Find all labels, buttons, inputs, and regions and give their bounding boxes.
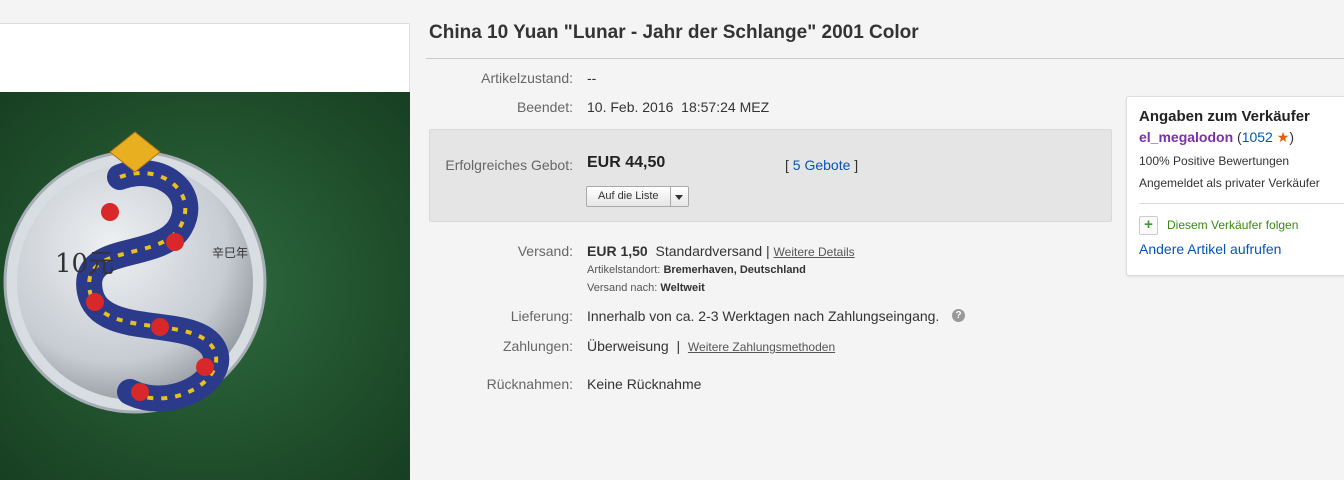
delivery-label: Lieferung: (510, 308, 573, 324)
seller-other-items-link[interactable]: Andere Artikel aufrufen (1139, 241, 1281, 257)
payment-method: Überweisung (587, 338, 669, 354)
watch-list-label[interactable]: Auf die Liste (587, 187, 671, 206)
delivery-value: Innerhalb von ca. 2-3 Werktagen nach Zah… (587, 308, 940, 324)
item-location-value: Bremerhaven, Deutschland (663, 264, 806, 276)
returns-value: Keine Rücknahme (587, 376, 702, 392)
seller-info-box: Angaben zum Verkäufer el_megalodon (1052… (1126, 96, 1344, 276)
image-gallery: 10元 辛巳年 (0, 23, 410, 480)
seller-feedback-score[interactable]: 1052 (1242, 129, 1273, 145)
shipping-label: Versand: (517, 243, 573, 259)
title-divider (426, 58, 1344, 59)
seller-divider (1139, 203, 1344, 204)
help-icon[interactable]: ? (952, 309, 965, 322)
bid-count-close: ] (854, 157, 859, 173)
item-title: China 10 Yuan "Lunar - Jahr der Schlange… (429, 22, 919, 43)
item-location-label: Artikelstandort: (587, 264, 661, 276)
chevron-down-icon (675, 195, 684, 200)
bid-history-link[interactable]: 5 Gebote (793, 157, 851, 173)
follow-seller-link[interactable]: Diesem Verkäufer folgen (1167, 218, 1298, 232)
shipping-price: EUR 1,50 (587, 243, 648, 259)
seller-score-close: ) (1289, 129, 1294, 145)
shipping-row: EUR 1,50 Standardversand | Weitere Detai… (587, 243, 855, 259)
bid-count: [ 5 Gebote ] (785, 157, 858, 173)
winning-bid-label: Erfolgreiches Gebot: (445, 157, 573, 173)
seller-type: Angemeldet als privater Verkäufer (1139, 176, 1320, 190)
ended-label: Beendet: (516, 99, 573, 115)
plus-icon[interactable]: + (1139, 216, 1158, 235)
bid-count-open: [ (785, 157, 789, 173)
condition-label: Artikelzustand: (481, 70, 573, 86)
ships-to-value: Weltweit (660, 282, 705, 294)
seller-identity: el_megalodon (1052 ★) (1139, 129, 1294, 146)
condition-value: -- (587, 70, 597, 86)
item-photo[interactable]: 10元 辛巳年 (0, 92, 410, 480)
coin-denomination: 10元 (55, 249, 114, 279)
image-header-area (0, 23, 410, 92)
winning-bid-price: EUR 44,50 (587, 154, 666, 171)
coin-side-text: 辛巳年 (212, 246, 248, 260)
more-payment-methods-link[interactable]: Weitere Zahlungsmethoden (688, 340, 835, 354)
watch-list-button[interactable]: Auf die Liste (586, 186, 689, 207)
seller-info-title: Angaben zum Verkäufer (1139, 108, 1310, 125)
ended-value: 10. Feb. 2016 18:57:24 MEZ (587, 99, 770, 115)
seller-name-link[interactable]: el_megalodon (1139, 129, 1233, 145)
ships-to-label: Versand nach: (587, 282, 658, 294)
coin-image: 10元 辛巳年 (0, 92, 410, 480)
returns-label: Rücknahmen: (486, 376, 573, 392)
payment-row: Überweisung | Weitere Zahlungsmethoden (587, 338, 835, 354)
watch-list-dropdown[interactable] (671, 187, 688, 206)
ships-to: Versand nach: Weltweit (587, 282, 705, 294)
seller-positive-feedback: 100% Positive Bewertungen (1139, 154, 1290, 168)
item-location: Artikelstandort: Bremerhaven, Deutschlan… (587, 264, 806, 276)
shipping-method: Standardversand | (655, 243, 770, 259)
star-icon: ★ (1276, 129, 1290, 145)
payment-label: Zahlungen: (502, 338, 573, 354)
bid-panel (429, 129, 1112, 222)
payment-separator: | (676, 338, 681, 354)
shipping-details-link[interactable]: Weitere Details (774, 245, 855, 259)
